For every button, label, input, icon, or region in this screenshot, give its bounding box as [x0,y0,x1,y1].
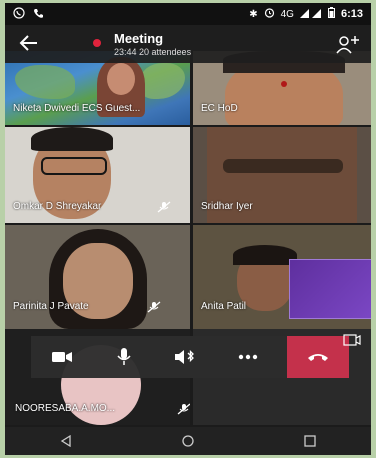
participant-name: Niketa Dwivedi ECS Guest... [13,103,141,114]
signal-icon [299,8,322,21]
meeting-title: Meeting [114,31,164,46]
participant-name: Sridhar Iyer [201,201,253,212]
whatsapp-icon [13,7,25,22]
microphone-icon [117,348,131,365]
meeting-header: Meeting 23:44 20 attendees [5,25,371,63]
more-options-button[interactable] [217,336,279,378]
participant-name: Parinita J Pavate [13,301,89,312]
alarm-icon [264,7,275,21]
switch-camera-icon[interactable] [343,333,361,347]
participant-name: Omkar D Shreyakar [13,201,102,212]
mic-muted-icon [157,201,171,213]
hang-up-button[interactable] [287,336,349,378]
participant-tile[interactable]: Sridhar Iyer [193,127,371,223]
nav-home-icon[interactable] [182,435,194,447]
add-participants-icon[interactable] [335,33,361,55]
recording-indicator [93,39,101,47]
audio-output-button[interactable] [155,336,217,378]
camera-button[interactable] [31,336,93,378]
clock: 6:13 [340,8,363,20]
bluetooth-icon: ✱ [249,8,258,20]
participant-tile[interactable]: Parinita J Pavate [5,225,190,329]
participant-face [107,63,135,95]
world-map-background [15,65,75,99]
call-controls [31,336,349,378]
participant-tile[interactable]: Anita Patil [193,225,371,329]
participant-name: Anita Patil [201,301,247,312]
phone-screen: ✱ 4G 6:13 Niketa Dwivedi ECS Guest... EC… [5,3,371,455]
meeting-duration-attendees: 23:44 20 attendees [114,47,192,57]
world-map-background [140,63,185,99]
speaker-bluetooth-icon [175,350,194,364]
shared-content-card [289,259,371,319]
participant-eyes [223,159,343,173]
status-bar: ✱ 4G 6:13 [5,3,371,25]
back-arrow-icon[interactable] [19,33,39,53]
network-type-label: 4G [280,8,294,20]
phone-icon [33,8,44,22]
video-camera-icon [52,352,72,362]
participant-tile[interactable]: Omkar D Shreyakar [5,127,190,223]
participant-hair [31,127,113,151]
more-dots-icon [238,354,258,360]
nav-back-icon[interactable] [60,435,72,447]
mic-muted-icon [147,301,161,313]
microphone-button[interactable] [93,336,155,378]
mic-muted-icon [177,403,190,415]
battery-icon [327,7,335,21]
phone-hangup-icon [308,354,328,361]
bindi [281,81,287,87]
navigation-bar [5,427,371,455]
participant-name: NOORESABA.A.MO... [15,403,116,414]
glasses [41,157,107,175]
participant-name: EC HoD [201,103,238,114]
nav-recents-icon[interactable] [304,435,316,447]
participant-hair [233,245,297,265]
